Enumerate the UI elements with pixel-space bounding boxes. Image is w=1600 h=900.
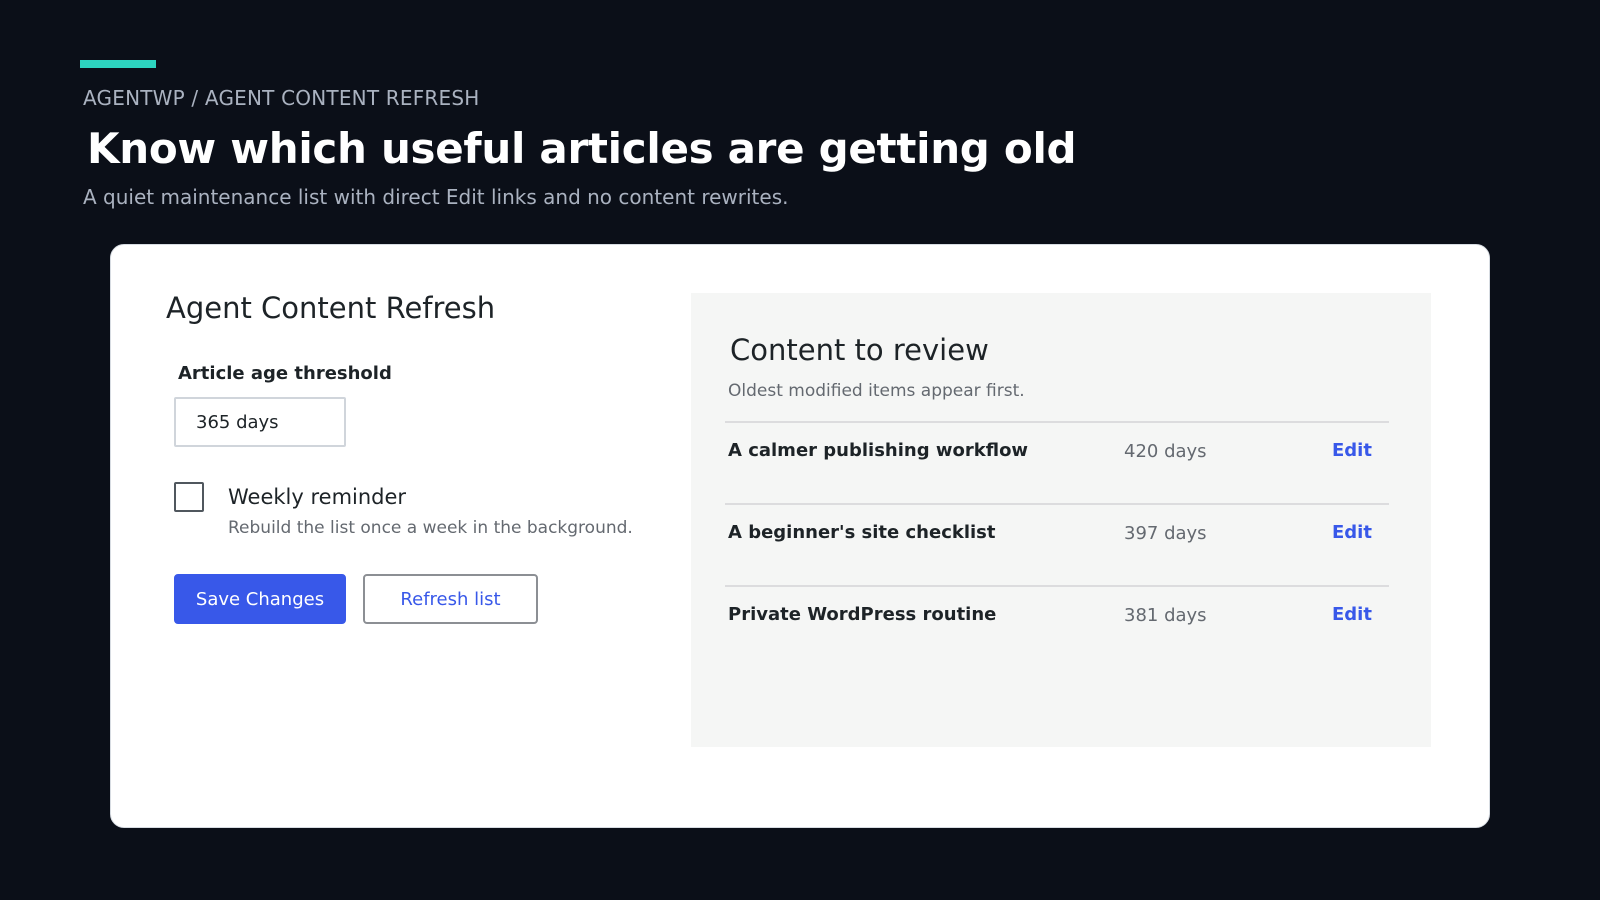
article-age: 397 days [1124, 523, 1207, 544]
weekly-reminder-label[interactable]: Weekly reminder [228, 485, 406, 509]
article-age: 420 days [1124, 441, 1207, 462]
edit-link[interactable]: Edit [1332, 522, 1372, 543]
accent-bar [80, 60, 156, 68]
review-panel: Content to review Oldest modified items … [691, 293, 1431, 747]
weekly-reminder-checkbox[interactable] [174, 482, 204, 512]
threshold-input[interactable] [174, 397, 346, 447]
breadcrumb: AGENTWP / AGENT CONTENT REFRESH [83, 86, 480, 110]
edit-link[interactable]: Edit [1332, 604, 1372, 625]
edit-link[interactable]: Edit [1332, 440, 1372, 461]
review-row: A beginner's site checklist 397 days Edi… [725, 503, 1389, 585]
article-title: A calmer publishing workflow [728, 440, 1029, 461]
article-title: A beginner's site checklist [728, 522, 996, 543]
page-subtitle: A quiet maintenance list with direct Edi… [83, 185, 789, 209]
page-title: Know which useful articles are getting o… [87, 124, 1077, 173]
review-row: Private WordPress routine 381 days Edit [725, 585, 1389, 667]
review-title: Content to review [730, 333, 989, 367]
save-changes-button[interactable]: Save Changes [174, 574, 346, 624]
settings-title: Agent Content Refresh [166, 291, 496, 325]
article-age: 381 days [1124, 605, 1207, 626]
weekly-reminder-help: Rebuild the list once a week in the back… [228, 518, 633, 538]
threshold-label: Article age threshold [178, 363, 392, 384]
review-row: A calmer publishing workflow 420 days Ed… [725, 421, 1389, 503]
settings-card: Agent Content Refresh Article age thresh… [110, 244, 1490, 828]
refresh-list-button[interactable]: Refresh list [363, 574, 538, 624]
review-subtitle: Oldest modified items appear first. [728, 381, 1025, 401]
article-title: Private WordPress routine [728, 604, 997, 625]
review-list: A calmer publishing workflow 420 days Ed… [725, 421, 1389, 667]
